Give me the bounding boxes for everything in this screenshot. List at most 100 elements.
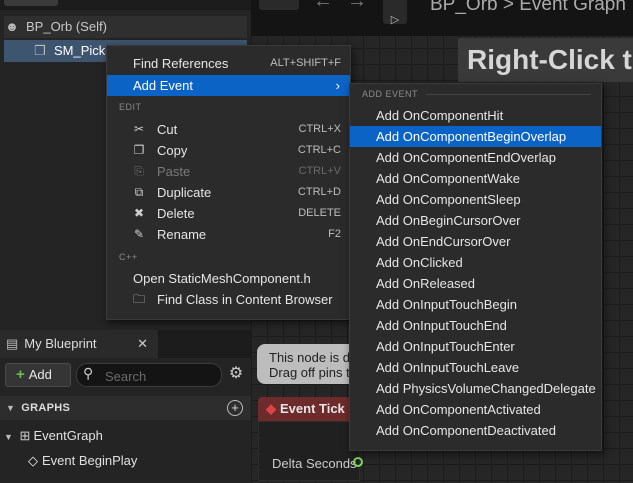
menu-item-label: Find References xyxy=(133,56,229,71)
menu-item-label: Duplicate xyxy=(157,185,212,200)
search-icon: ⚲ xyxy=(83,365,94,381)
menu-shortcut: CTRL+X xyxy=(298,123,342,135)
section-label: EDIT xyxy=(119,102,142,112)
plus-icon: + xyxy=(16,366,25,383)
submenu-item-label: Add OnInputTouchEnd xyxy=(376,318,507,333)
submenu-item[interactable]: Add OnComponentActivated xyxy=(350,399,601,420)
submenu-item-label: Add OnComponentActivated xyxy=(376,402,541,417)
graphs-section-header[interactable]: ▼ GRAPHS xyxy=(0,396,251,420)
submenu-item-label: Add OnInputTouchBegin xyxy=(376,297,517,312)
submenu-item[interactable]: Add OnComponentDeactivated xyxy=(350,420,601,441)
submenu-item[interactable]: Add OnInputTouchEnter xyxy=(350,336,601,357)
submenu-item[interactable]: Add OnBeginCursorOver xyxy=(350,210,601,231)
menu-shortcut: ALT+SHIFT+F xyxy=(270,57,341,69)
delta-seconds-pin[interactable] xyxy=(353,457,363,467)
paste-icon: ⎘ xyxy=(134,164,144,178)
component-label: SM_Pick xyxy=(54,43,106,58)
toolbar-button[interactable] xyxy=(259,0,299,10)
section-label: C++ xyxy=(119,252,138,262)
submenu-item-label: Add OnClicked xyxy=(376,255,463,270)
menu-item-paste: ⎘ Paste CTRL+V xyxy=(107,161,350,182)
submenu-item[interactable]: Add OnReleased xyxy=(350,273,601,294)
submenu-item-label: Add OnInputTouchLeave xyxy=(376,360,520,375)
breadcrumb: BP_Orb > Event Graph xyxy=(430,0,626,15)
submenu-item[interactable]: Add PhysicsVolumeChangedDelegate xyxy=(350,378,601,399)
menu-shortcut: CTRL+D xyxy=(297,186,341,198)
menu-item-rename[interactable]: ✎ Rename F2 xyxy=(107,224,350,245)
submenu-item[interactable]: Add OnInputTouchBegin xyxy=(350,294,601,315)
submenu-item-label: Add OnInputTouchEnter xyxy=(376,339,515,354)
cut-icon: ✂ xyxy=(133,122,145,136)
menu-item-find-class[interactable]: 🗀 Find Class in Content Browser xyxy=(107,289,350,310)
tree-item-event-beginplay[interactable]: ◇ Event BeginPlay xyxy=(28,450,137,472)
delta-seconds-label: Delta Seconds xyxy=(272,456,357,471)
menu-item-cut[interactable]: ✂ Cut CTRL+X xyxy=(107,119,350,140)
component-row-self[interactable]: ☻ BP_Orb (Self) xyxy=(4,16,247,38)
add-graph-icon[interactable]: + xyxy=(227,400,243,416)
context-menu: Find References ALT+SHIFT+F Add Event › … xyxy=(106,45,351,320)
comment-node[interactable]: This node is d Drag off pins t xyxy=(257,344,357,384)
graph-root-icon[interactable]: ▷ xyxy=(383,0,407,26)
menu-item-delete[interactable]: ✖ Delete DELETE xyxy=(107,203,350,224)
add-button[interactable]: + Add xyxy=(5,363,71,387)
comment-line: Drag off pins t xyxy=(269,365,350,380)
forward-arrow-icon[interactable]: → xyxy=(347,0,367,13)
menu-item-label: Delete xyxy=(157,206,195,221)
submenu-item[interactable]: Add OnComponentWake xyxy=(350,168,601,189)
menu-item-find-references[interactable]: Find References ALT+SHIFT+F xyxy=(107,53,350,74)
menu-item-duplicate[interactable]: ⧉ Duplicate CTRL+D xyxy=(107,182,350,203)
submenu-item[interactable]: Add OnComponentBeginOverlap xyxy=(350,126,601,147)
close-icon[interactable]: ✕ xyxy=(137,330,148,358)
search-box[interactable]: ⚲ xyxy=(76,363,222,387)
submenu-item-label: Add OnComponentBeginOverlap xyxy=(376,129,567,144)
submenu-item-label: Add OnComponentSleep xyxy=(376,192,521,207)
submenu-item-label: Add PhysicsVolumeChangedDelegate xyxy=(376,381,596,396)
collapse-arrow-icon: ▼ xyxy=(6,403,16,413)
back-arrow-icon[interactable]: ← xyxy=(313,0,333,13)
submenu-item[interactable]: Add OnClicked xyxy=(350,252,601,273)
search-input[interactable] xyxy=(103,366,217,386)
graph-icon: ⊞ xyxy=(19,428,31,443)
tree-item-eventgraph[interactable]: ▼ ⊞ EventGraph xyxy=(4,425,103,447)
menu-item-label: Find Class in Content Browser xyxy=(157,292,333,307)
menu-item-copy[interactable]: ❐ Copy CTRL+C xyxy=(107,140,350,161)
gear-icon[interactable]: ⚙ xyxy=(226,363,246,385)
section-label: ADD EVENT xyxy=(362,89,419,99)
menu-section-cpp: C++ xyxy=(119,252,138,262)
submenu-item-label: Add OnComponentWake xyxy=(376,171,521,186)
menu-item-label: Add Event xyxy=(133,78,193,93)
comment-line: This node is d xyxy=(269,350,350,365)
submenu-item[interactable]: Add OnEndCursorOver xyxy=(350,231,601,252)
browse-icon: 🗀 xyxy=(132,292,145,306)
menu-item-label: Rename xyxy=(157,227,207,242)
menu-item-label: Paste xyxy=(157,164,191,179)
event-tick-node-body xyxy=(258,421,360,481)
expand-arrow-icon: ▼ xyxy=(4,432,13,442)
submenu-item[interactable]: Add OnComponentSleep xyxy=(350,189,601,210)
graph-hint-title: Right-Click to xyxy=(458,38,633,82)
menu-item-add-event[interactable]: Add Event › xyxy=(107,75,350,96)
submenu-item-label: Add OnComponentEndOverlap xyxy=(376,150,556,165)
tab-my-blueprint[interactable]: ▤ My Blueprint ✕ xyxy=(0,330,158,358)
event-tick-node-header[interactable]: ◆ Event Tick xyxy=(258,397,358,421)
submenu-item[interactable]: Add OnComponentHit xyxy=(350,105,601,126)
submenu-item[interactable]: Add OnInputTouchLeave xyxy=(350,357,601,378)
add-event-submenu: ADD EVENT Add OnComponentHit Add OnCompon… xyxy=(349,83,602,451)
menu-item-label: Copy xyxy=(157,143,188,158)
submenu-item[interactable]: Add OnComponentEndOverlap xyxy=(350,147,601,168)
submenu-item[interactable]: Add OnInputTouchEnd xyxy=(350,315,601,336)
blueprint-icon: ▤ xyxy=(6,336,19,351)
chevron-right-icon: › xyxy=(335,78,340,93)
tree-item-label: Event BeginPlay xyxy=(42,453,138,468)
menu-shortcut: DELETE xyxy=(298,207,341,219)
submenu-item-label: Add OnComponentDeactivated xyxy=(376,423,556,438)
menu-item-open-header[interactable]: Open StaticMeshComponent.h xyxy=(107,268,350,289)
person-icon: ☻ xyxy=(5,19,19,34)
menu-shortcut: CTRL+V xyxy=(298,165,342,177)
submenu-item-label: Add OnBeginCursorOver xyxy=(376,213,521,228)
components-toolbar xyxy=(0,0,251,10)
delete-icon: ✖ xyxy=(133,206,145,220)
rename-icon: ✎ xyxy=(133,227,145,241)
menu-item-label: Cut xyxy=(157,122,178,137)
toolbar-button[interactable] xyxy=(4,0,58,6)
